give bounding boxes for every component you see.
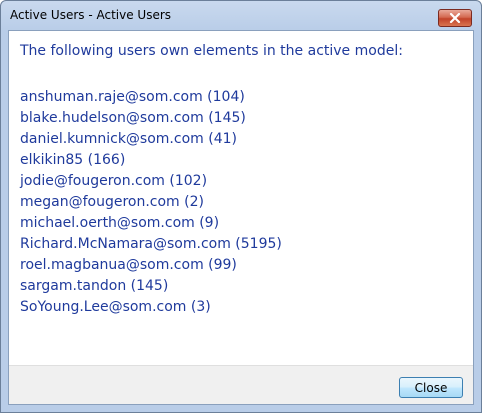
close-button[interactable]: Close — [399, 377, 463, 398]
list-item-user: sargam.tandon (145) — [20, 278, 169, 294]
list-item-user: blake.hudelson@som.com (145) — [20, 110, 246, 126]
button-bar: Close — [9, 365, 473, 404]
list-item-user: daniel.kumnick@som.com (41) — [20, 131, 237, 147]
window-title: Active Users - Active Users — [10, 8, 172, 22]
list-item-user: megan@fougeron.com (2) — [20, 194, 204, 210]
list-item-user: michael.oerth@som.com (9) — [20, 215, 220, 231]
window-close-button[interactable] — [438, 9, 472, 27]
list-item-user: SoYoung.Lee@som.com (3) — [20, 299, 211, 315]
list-item-user: anshuman.raje@som.com (104) — [20, 89, 245, 105]
list-item-user: elkikin85 (166) — [20, 152, 126, 168]
title-bar[interactable]: Active Users - Active Users — [1, 1, 481, 31]
list-item-user: roel.magbanua@som.com (99) — [20, 257, 237, 273]
active-users-dialog: Active Users - Active Users The followin… — [0, 0, 482, 413]
dialog-client-area: The following users own elements in the … — [8, 30, 474, 405]
list-item-user: jodie@fougeron.com (102) — [20, 173, 208, 189]
close-x-icon — [449, 13, 461, 23]
list-item-user: Richard.McNamara@som.com (5195) — [20, 236, 282, 252]
page-heading: The following users own elements in the … — [20, 43, 403, 59]
content-panel: The following users own elements in the … — [9, 31, 473, 365]
user-list: anshuman.raje@som.com (104) blake.hudels… — [20, 87, 282, 318]
